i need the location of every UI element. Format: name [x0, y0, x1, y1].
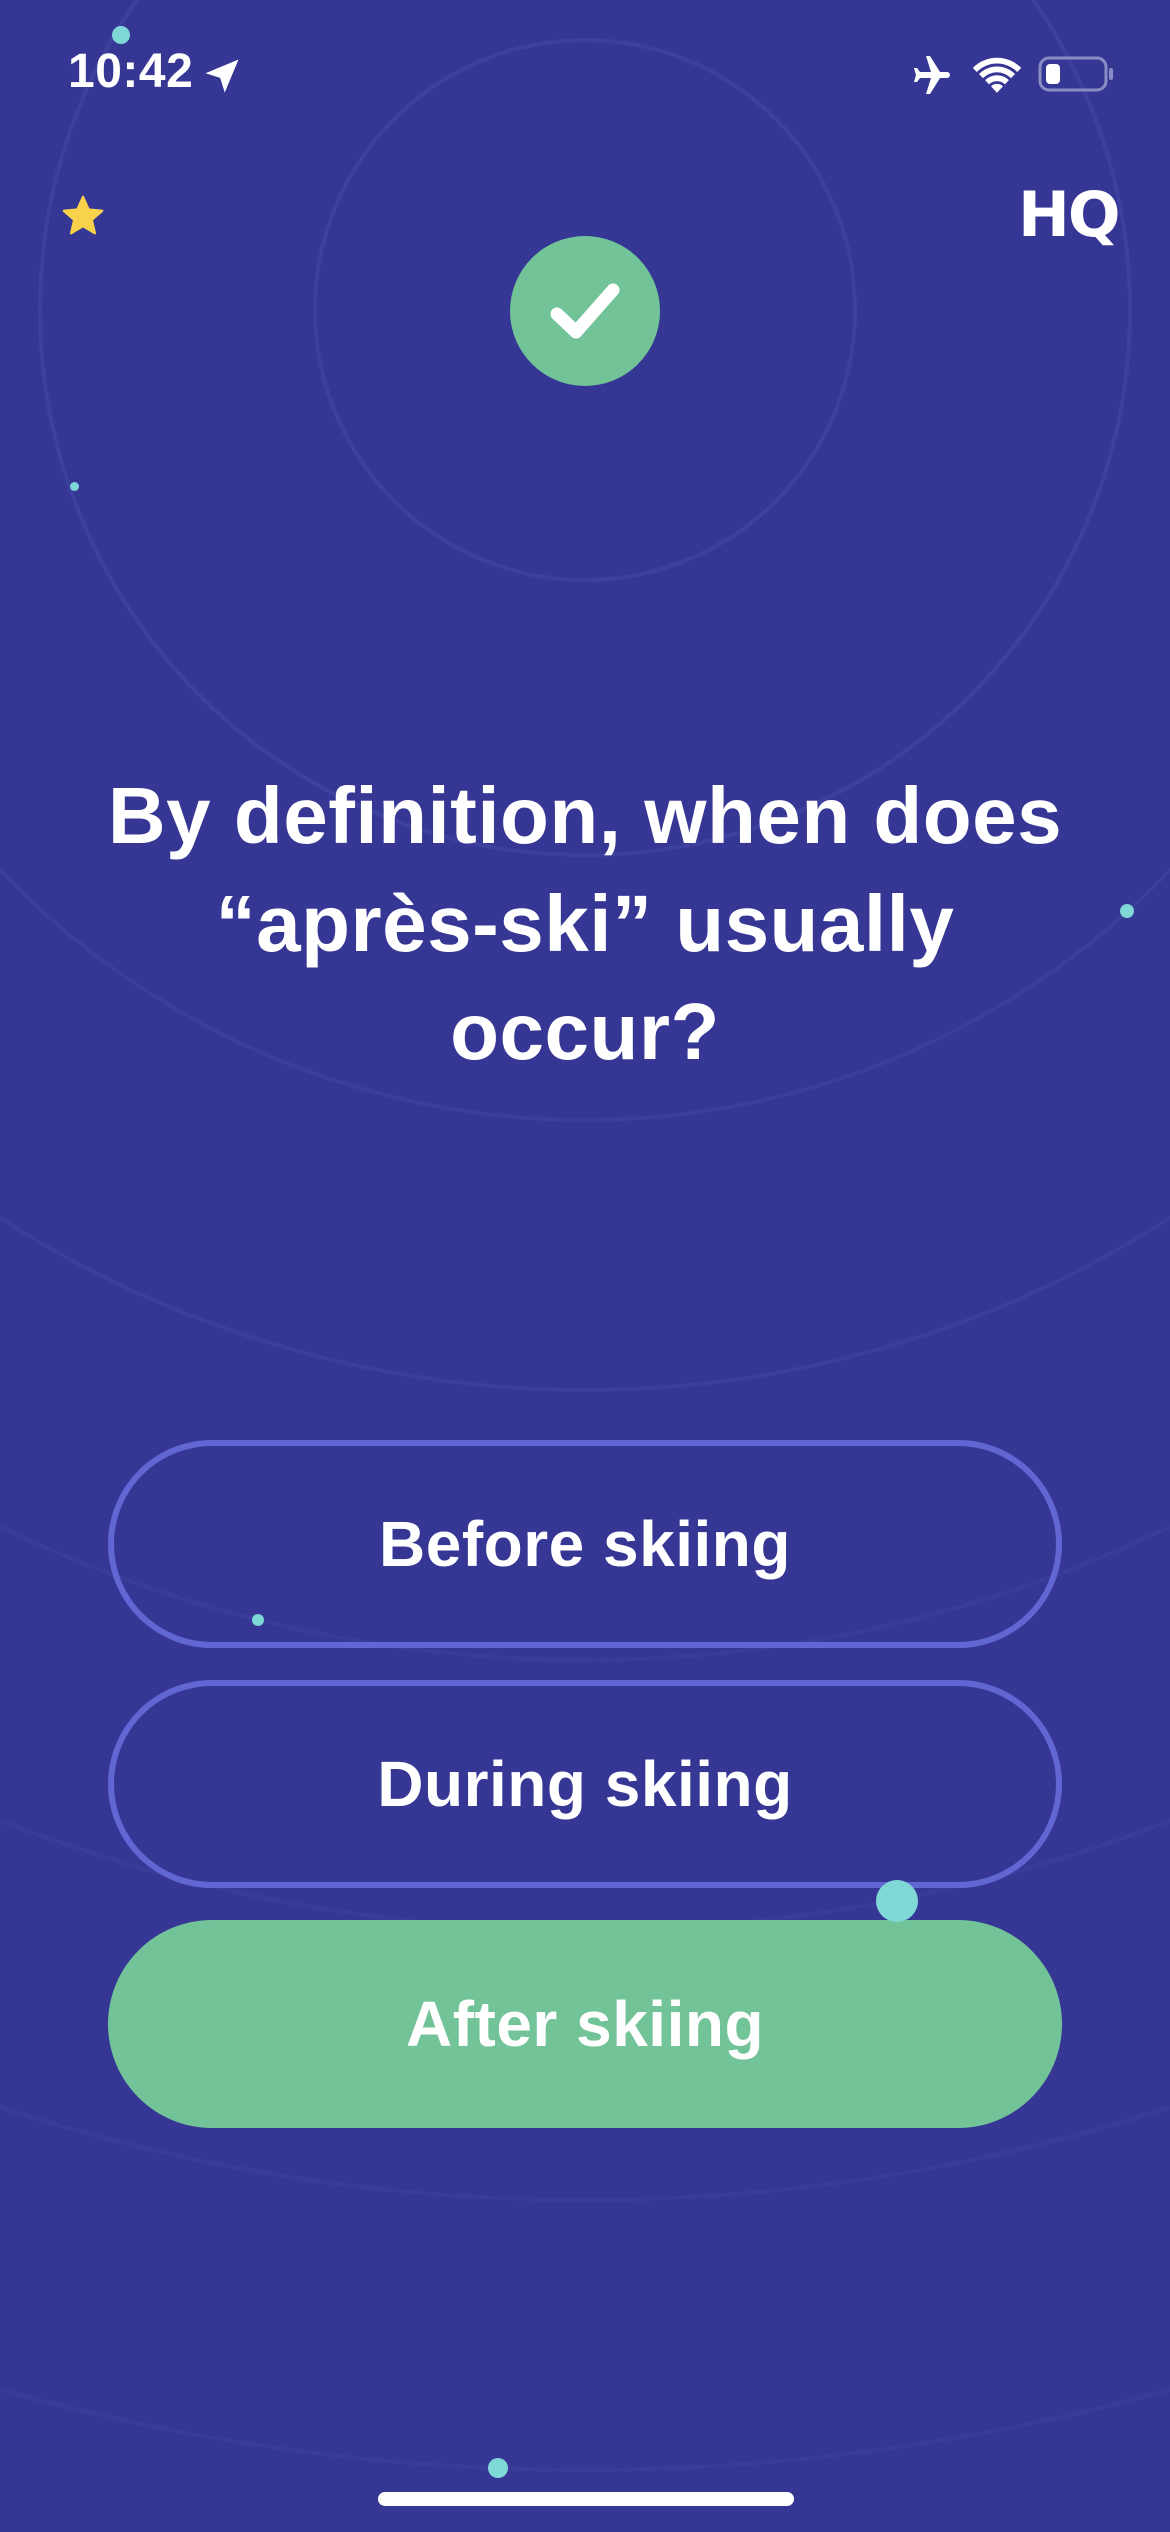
confetti-particle: [876, 1880, 918, 1922]
confetti-particle: [488, 2458, 508, 2478]
correct-badge: [510, 236, 660, 386]
home-indicator[interactable]: [378, 2492, 794, 2506]
star-icon[interactable]: [60, 193, 106, 239]
answer-option-during-skiing[interactable]: During skiing: [108, 1680, 1062, 1888]
airplane-mode-icon: [914, 56, 950, 94]
confetti-particle: [70, 482, 79, 491]
answer-option-after-skiing-correct[interactable]: After skiing: [108, 1920, 1062, 2128]
status-time: 10:42: [68, 45, 194, 98]
hq-logo: HQ: [1018, 178, 1121, 251]
checkmark-icon: [550, 283, 620, 339]
location-arrow-icon: [205, 59, 239, 93]
confetti-particle: [112, 26, 130, 44]
wifi-icon: [972, 57, 1022, 93]
answer-option-before-skiing[interactable]: Before skiing: [108, 1440, 1062, 1648]
confetti-particle: [1120, 904, 1134, 918]
answer-label: After skiing: [405, 1988, 765, 2060]
answer-label: Before skiing: [379, 1508, 791, 1580]
confetti-particle: [252, 1614, 264, 1626]
question-text: By definition, when does “après-ski” usu…: [107, 771, 1063, 1076]
trivia-screen: 10:42 HQ By definition, when does “après…: [0, 0, 1170, 2532]
battery-low-icon: [1038, 56, 1113, 92]
status-bar: 10:42: [0, 0, 1170, 150]
answer-label: During skiing: [377, 1748, 793, 1820]
